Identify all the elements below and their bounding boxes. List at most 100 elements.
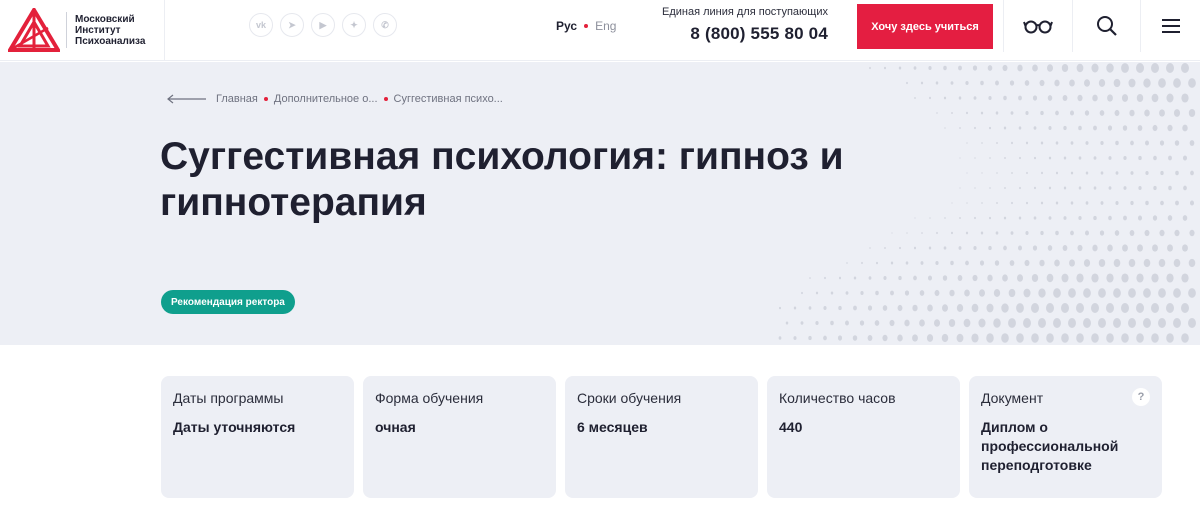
pattern-dot bbox=[1055, 230, 1059, 236]
pattern-dot bbox=[1151, 303, 1159, 313]
pattern-dot bbox=[966, 142, 968, 144]
pattern-dot bbox=[1003, 216, 1007, 220]
whatsapp-icon[interactable]: ✆ bbox=[373, 13, 397, 37]
pattern-dot bbox=[935, 81, 939, 85]
pattern-dot bbox=[1167, 124, 1173, 132]
pattern-dot bbox=[944, 127, 946, 129]
lang-ru[interactable]: Рус bbox=[556, 19, 577, 33]
pattern-dot bbox=[1084, 230, 1090, 236]
pattern-dot bbox=[1190, 170, 1194, 176]
pattern-dot bbox=[1083, 318, 1091, 328]
pattern-dot bbox=[1078, 186, 1082, 190]
pattern-dot bbox=[890, 261, 894, 265]
pattern-dot bbox=[1173, 288, 1181, 298]
pattern-dot bbox=[971, 303, 979, 313]
pattern-dot bbox=[875, 261, 879, 265]
pattern-dot bbox=[1130, 200, 1134, 206]
pattern-dot bbox=[1138, 185, 1142, 191]
pattern-dot bbox=[808, 335, 812, 341]
telegram-icon[interactable]: ➤ bbox=[280, 13, 304, 37]
pattern-dot bbox=[1025, 111, 1029, 115]
pattern-dot bbox=[913, 275, 917, 281]
pattern-dot bbox=[987, 274, 993, 282]
logo-line: Психоанализа bbox=[75, 35, 146, 47]
pattern-dot bbox=[785, 321, 789, 325]
pattern-dot bbox=[1114, 230, 1120, 236]
pattern-dot bbox=[898, 275, 902, 281]
pattern-dot bbox=[951, 202, 953, 204]
pattern-dot bbox=[1031, 274, 1039, 282]
pattern-dot bbox=[883, 276, 887, 280]
dzen-icon[interactable]: ✦ bbox=[342, 13, 366, 37]
breadcrumb-category[interactable]: Дополнительное о... bbox=[274, 93, 378, 105]
pattern-dot bbox=[860, 291, 864, 295]
breadcrumb-home[interactable]: Главная bbox=[216, 93, 258, 105]
card-value: Даты уточняются bbox=[173, 419, 296, 435]
pattern-dot bbox=[973, 246, 977, 250]
breadcrumb-separator bbox=[383, 97, 388, 101]
pattern-dot bbox=[1158, 288, 1166, 298]
pattern-dot bbox=[1061, 333, 1069, 343]
pattern-dot bbox=[1085, 201, 1089, 205]
pattern-dot bbox=[959, 157, 961, 159]
pattern-dot bbox=[965, 80, 969, 86]
card-value: 440 bbox=[779, 419, 803, 435]
pattern-dot bbox=[919, 290, 925, 296]
language-switcher: Рус Eng bbox=[556, 19, 616, 33]
pattern-dot bbox=[867, 305, 873, 311]
lang-en[interactable]: Eng bbox=[595, 19, 616, 33]
pattern-dot bbox=[1092, 94, 1098, 102]
pattern-dot bbox=[1069, 110, 1075, 116]
pattern-dot bbox=[1038, 318, 1046, 328]
back-arrow-icon[interactable] bbox=[166, 94, 206, 104]
pattern-dot bbox=[1128, 288, 1136, 298]
pattern-dot bbox=[1108, 215, 1112, 221]
pattern-dot bbox=[1098, 318, 1106, 328]
pattern-dot bbox=[1113, 288, 1121, 298]
pattern-dot bbox=[1136, 303, 1144, 313]
pattern-dot bbox=[1136, 93, 1144, 103]
apply-button[interactable]: Хочу здесь учиться bbox=[857, 4, 993, 49]
help-icon[interactable]: ? bbox=[1132, 388, 1150, 406]
institute-logo[interactable]: Московский Институт Психоанализа bbox=[8, 8, 168, 52]
pattern-dot bbox=[1068, 288, 1076, 298]
pattern-dot bbox=[1114, 109, 1120, 117]
pattern-dot bbox=[1093, 156, 1097, 160]
pattern-dot bbox=[1016, 333, 1024, 343]
pattern-dot bbox=[986, 333, 994, 343]
pattern-dot bbox=[935, 260, 939, 266]
pattern-dot bbox=[973, 96, 977, 100]
pattern-dot bbox=[1160, 200, 1164, 206]
search-button[interactable] bbox=[1072, 0, 1140, 52]
pattern-dot bbox=[1093, 186, 1097, 190]
pattern-dot bbox=[995, 111, 999, 115]
lang-separator-dot bbox=[584, 24, 589, 28]
pattern-dot bbox=[846, 262, 848, 264]
pattern-dot bbox=[972, 274, 978, 282]
pattern-dot bbox=[1041, 171, 1043, 175]
pattern-dot bbox=[808, 306, 812, 310]
pattern-dot bbox=[1061, 273, 1069, 283]
pattern-dot bbox=[919, 319, 925, 327]
pattern-dot bbox=[1046, 303, 1054, 313]
pattern-dot bbox=[1143, 288, 1151, 298]
phone-number-link[interactable]: 8 (800) 555 80 04 bbox=[654, 24, 828, 44]
pattern-dot bbox=[1003, 95, 1007, 101]
pattern-dot bbox=[1063, 186, 1067, 190]
vk-icon[interactable]: vk bbox=[249, 13, 273, 37]
pattern-dot bbox=[859, 320, 865, 326]
pattern-dot bbox=[996, 141, 998, 145]
pattern-dot bbox=[1009, 260, 1015, 266]
pattern-dot bbox=[1018, 126, 1022, 130]
menu-button[interactable] bbox=[1140, 0, 1200, 52]
pattern-dot bbox=[988, 245, 992, 251]
pattern-dot bbox=[1159, 109, 1165, 117]
info-card-study-form: Форма обучения очная bbox=[363, 376, 556, 498]
youtube-icon[interactable]: ▶ bbox=[311, 13, 335, 37]
pattern-dot bbox=[951, 111, 953, 115]
logo-line: Институт bbox=[75, 24, 121, 36]
pattern-dot bbox=[904, 290, 910, 296]
accessibility-button[interactable] bbox=[1003, 0, 1071, 52]
info-card-document: Документ Диплом о профессиональной переп… bbox=[969, 376, 1162, 498]
header-divider bbox=[164, 0, 165, 61]
